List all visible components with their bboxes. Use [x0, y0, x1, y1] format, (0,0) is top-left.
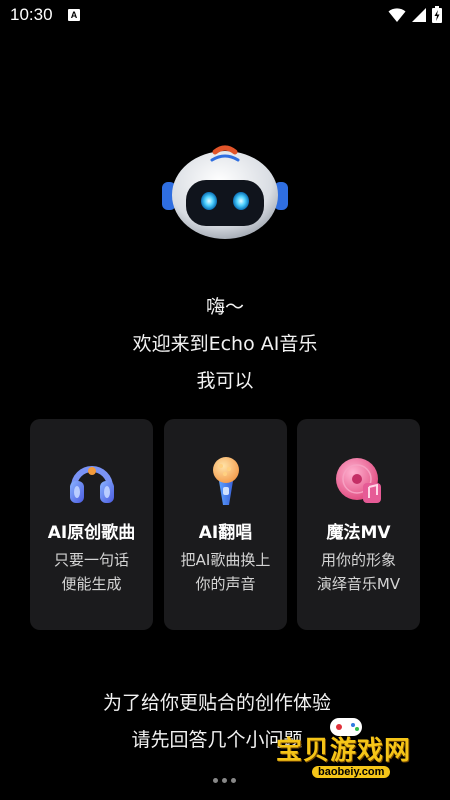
battery-icon [432, 6, 442, 23]
status-icons [388, 6, 442, 23]
page-dot [222, 778, 227, 783]
page-dot [231, 778, 236, 783]
card-magic-mv[interactable]: 魔法MV 用你的形象 演绎音乐MV [297, 419, 420, 630]
greeting-text: 嗨～ [205, 296, 244, 318]
watermark-url: baobeiy.com [312, 766, 391, 778]
signal-icon [412, 7, 426, 22]
card-title: AI原创歌曲 [47, 523, 136, 543]
headphones-icon [70, 466, 114, 503]
page-indicator [213, 778, 236, 783]
status-bar: 10:30 A [0, 0, 450, 32]
microphone-icon [213, 457, 239, 505]
watermark-text: 宝贝游戏网 [276, 736, 412, 766]
card-description: 只要一句话 [53, 551, 129, 569]
status-time: 10:30 [10, 5, 53, 24]
card-ai-original-song[interactable]: AI原创歌曲 只要一句话 便能生成 [30, 419, 153, 630]
card-title: AI翻唱 [198, 523, 253, 543]
card-title: 魔法MV [326, 523, 391, 543]
notification-badge-icon: A [68, 9, 80, 21]
card-description: 便能生成 [61, 575, 122, 593]
robot-mascot-icon [162, 145, 288, 239]
card-description: 把AI歌曲换上 [180, 551, 271, 569]
card-description: 用你的形象 [320, 551, 396, 569]
capability-intro-text: 我可以 [196, 370, 254, 392]
vinyl-record-icon [336, 458, 381, 503]
survey-prompt-text: 为了给你更贴合的创作体验 [102, 692, 331, 714]
card-ai-cover[interactable]: AI翻唱 把AI歌曲换上 你的声音 [164, 419, 287, 630]
watermark-logo: 宝贝游戏网 baobeiy.com [276, 712, 446, 784]
card-description: 你的声音 [195, 575, 256, 593]
page-dot [213, 778, 218, 783]
welcome-text: 欢迎来到Echo AI音乐 [132, 333, 318, 355]
card-description: 演绎音乐MV [316, 575, 401, 593]
wifi-icon [388, 7, 406, 22]
